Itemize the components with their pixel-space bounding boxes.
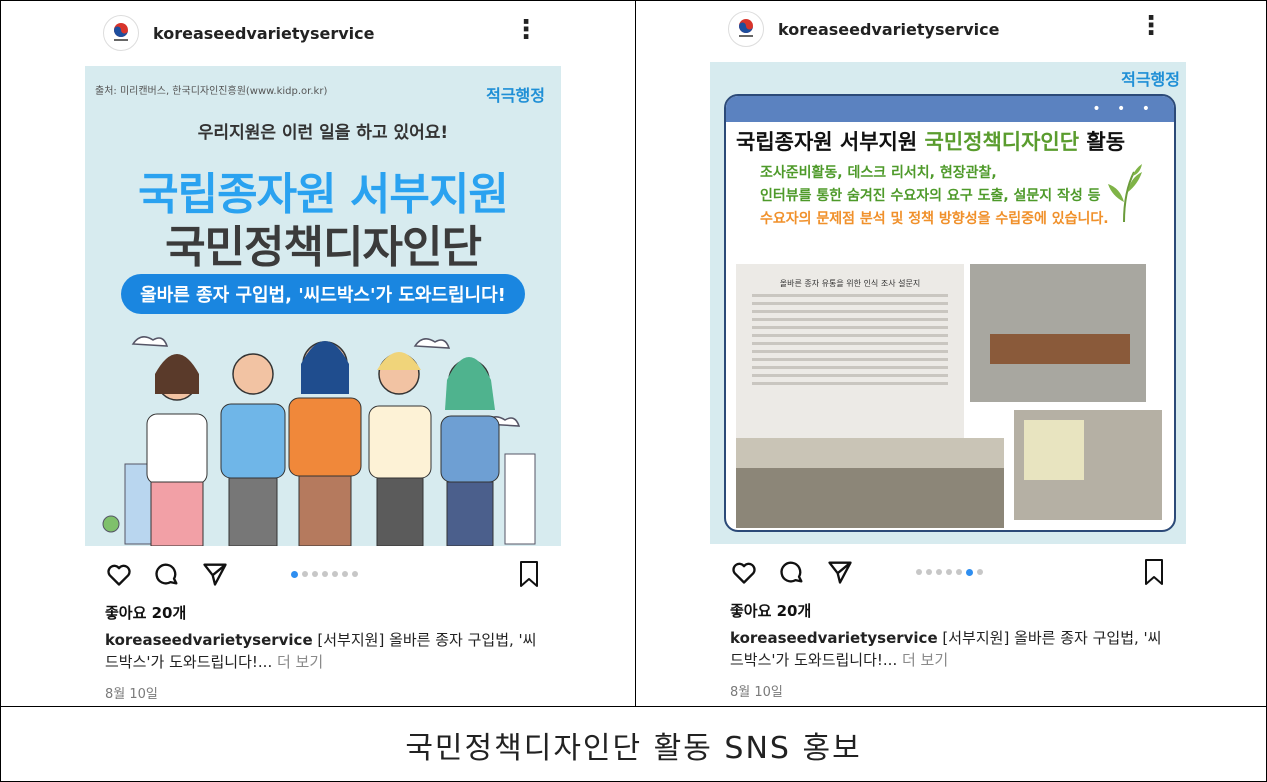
- carousel-dot: [966, 569, 973, 576]
- image-tag: 적극행정: [1121, 70, 1180, 89]
- profile-avatar[interactable]: [728, 11, 764, 47]
- carousel-dot: [312, 571, 318, 577]
- board-title: 국립종자원 서부지원 국민정책디자인단 활동: [736, 130, 1126, 154]
- likes-count[interactable]: 좋아요 20개: [85, 602, 561, 623]
- instagram-post-2: koreaseedvarietyservice ⋮ 적극행정 • • • 국립종…: [710, 0, 1186, 700]
- image-credit: 출처: 미리캔버스, 한국디자인진흥원(www.kidp.or.kr): [95, 86, 328, 97]
- seminar-photo: [736, 438, 1004, 528]
- description-username[interactable]: koreaseedvarietyservice: [105, 631, 313, 649]
- post-actions: [710, 544, 1186, 600]
- workshop-photo: [1014, 410, 1162, 520]
- image-tag: 적극행정: [486, 86, 545, 105]
- bookmark-icon[interactable]: [1142, 558, 1166, 586]
- activity-board: • • • 국립종자원 서부지원 국민정책디자인단 활동 조사준비활동, 데스크…: [724, 94, 1176, 532]
- carousel-indicator: [916, 569, 983, 576]
- comment-icon[interactable]: [153, 560, 181, 588]
- post-header: koreaseedvarietyservice ⋮: [85, 0, 561, 66]
- more-vertical-icon[interactable]: ⋮: [1138, 13, 1164, 39]
- post-image[interactable]: 적극행정 • • • 국립종자원 서부지원 국민정책디자인단 활동 조사준비활동…: [710, 62, 1186, 544]
- heart-icon[interactable]: [730, 558, 758, 586]
- post-username[interactable]: koreaseedvarietyservice: [153, 24, 374, 43]
- more-link[interactable]: 더 보기: [897, 651, 948, 669]
- send-icon[interactable]: [201, 560, 229, 588]
- carousel-dot: [936, 569, 942, 575]
- post-image[interactable]: 출처: 미리캔버스, 한국디자인진흥원(www.kidp.or.kr) 적극행정…: [85, 66, 561, 546]
- carousel-dot: [342, 571, 348, 577]
- carousel-dot: [916, 569, 922, 575]
- more-vertical-icon[interactable]: ⋮: [513, 17, 539, 43]
- send-icon[interactable]: [826, 558, 854, 586]
- survey-photo: 올바른 종자 유통을 위한 인식 조사 설문지: [736, 264, 964, 444]
- post-description: koreaseedvarietyservice [서부지원] 올바른 종자 구입…: [85, 623, 561, 673]
- board-window-bar: • • •: [726, 96, 1174, 122]
- carousel-dot: [302, 571, 308, 577]
- carousel-dot: [926, 569, 932, 575]
- carousel-dot: [291, 571, 298, 578]
- description-username[interactable]: koreaseedvarietyservice: [730, 629, 938, 647]
- post-username[interactable]: koreaseedvarietyservice: [778, 20, 999, 39]
- image-subhead: 우리지원은 이런 일을 하고 있어요!: [197, 123, 449, 143]
- survey-title: 올바른 종자 유통을 위한 인식 조사 설문지: [779, 279, 921, 288]
- heart-icon[interactable]: [105, 560, 133, 588]
- comment-icon[interactable]: [778, 558, 806, 586]
- carousel-dot: [956, 569, 962, 575]
- column-divider: [635, 0, 636, 707]
- people-illustration: [102, 336, 536, 546]
- carousel-dot: [322, 571, 328, 577]
- likes-count[interactable]: 좋아요 20개: [710, 600, 1186, 621]
- carousel-dot: [352, 571, 358, 577]
- leaf-icon: [1108, 164, 1142, 222]
- image-banner: 올바른 종자 구입법, '씨드박스'가 도와드립니다!: [121, 274, 525, 314]
- instagram-post-1: koreaseedvarietyservice ⋮ 출처: 미리캔버스, 한국디…: [85, 0, 561, 702]
- government-emblem-icon: [739, 19, 753, 37]
- carousel-dot: [977, 569, 983, 575]
- government-emblem-icon: [114, 23, 128, 41]
- post-date: 8월 10일: [730, 685, 783, 700]
- meeting-photo: [970, 264, 1146, 402]
- carousel-dot: [946, 569, 952, 575]
- profile-avatar[interactable]: [103, 15, 139, 51]
- post-actions: [85, 546, 561, 602]
- figure-caption: 국민정책디자인단 활동 SNS 홍보: [405, 730, 862, 766]
- image-title-line2: 국민정책디자인단: [165, 222, 482, 273]
- bookmark-icon[interactable]: [517, 560, 541, 588]
- post-description: koreaseedvarietyservice [서부지원] 올바른 종자 구입…: [710, 621, 1186, 671]
- carousel-indicator: [291, 571, 358, 578]
- post-date: 8월 10일: [105, 687, 158, 702]
- more-link[interactable]: 더 보기: [272, 653, 323, 671]
- carousel-dot: [332, 571, 338, 577]
- post-header: koreaseedvarietyservice ⋮: [710, 0, 1186, 62]
